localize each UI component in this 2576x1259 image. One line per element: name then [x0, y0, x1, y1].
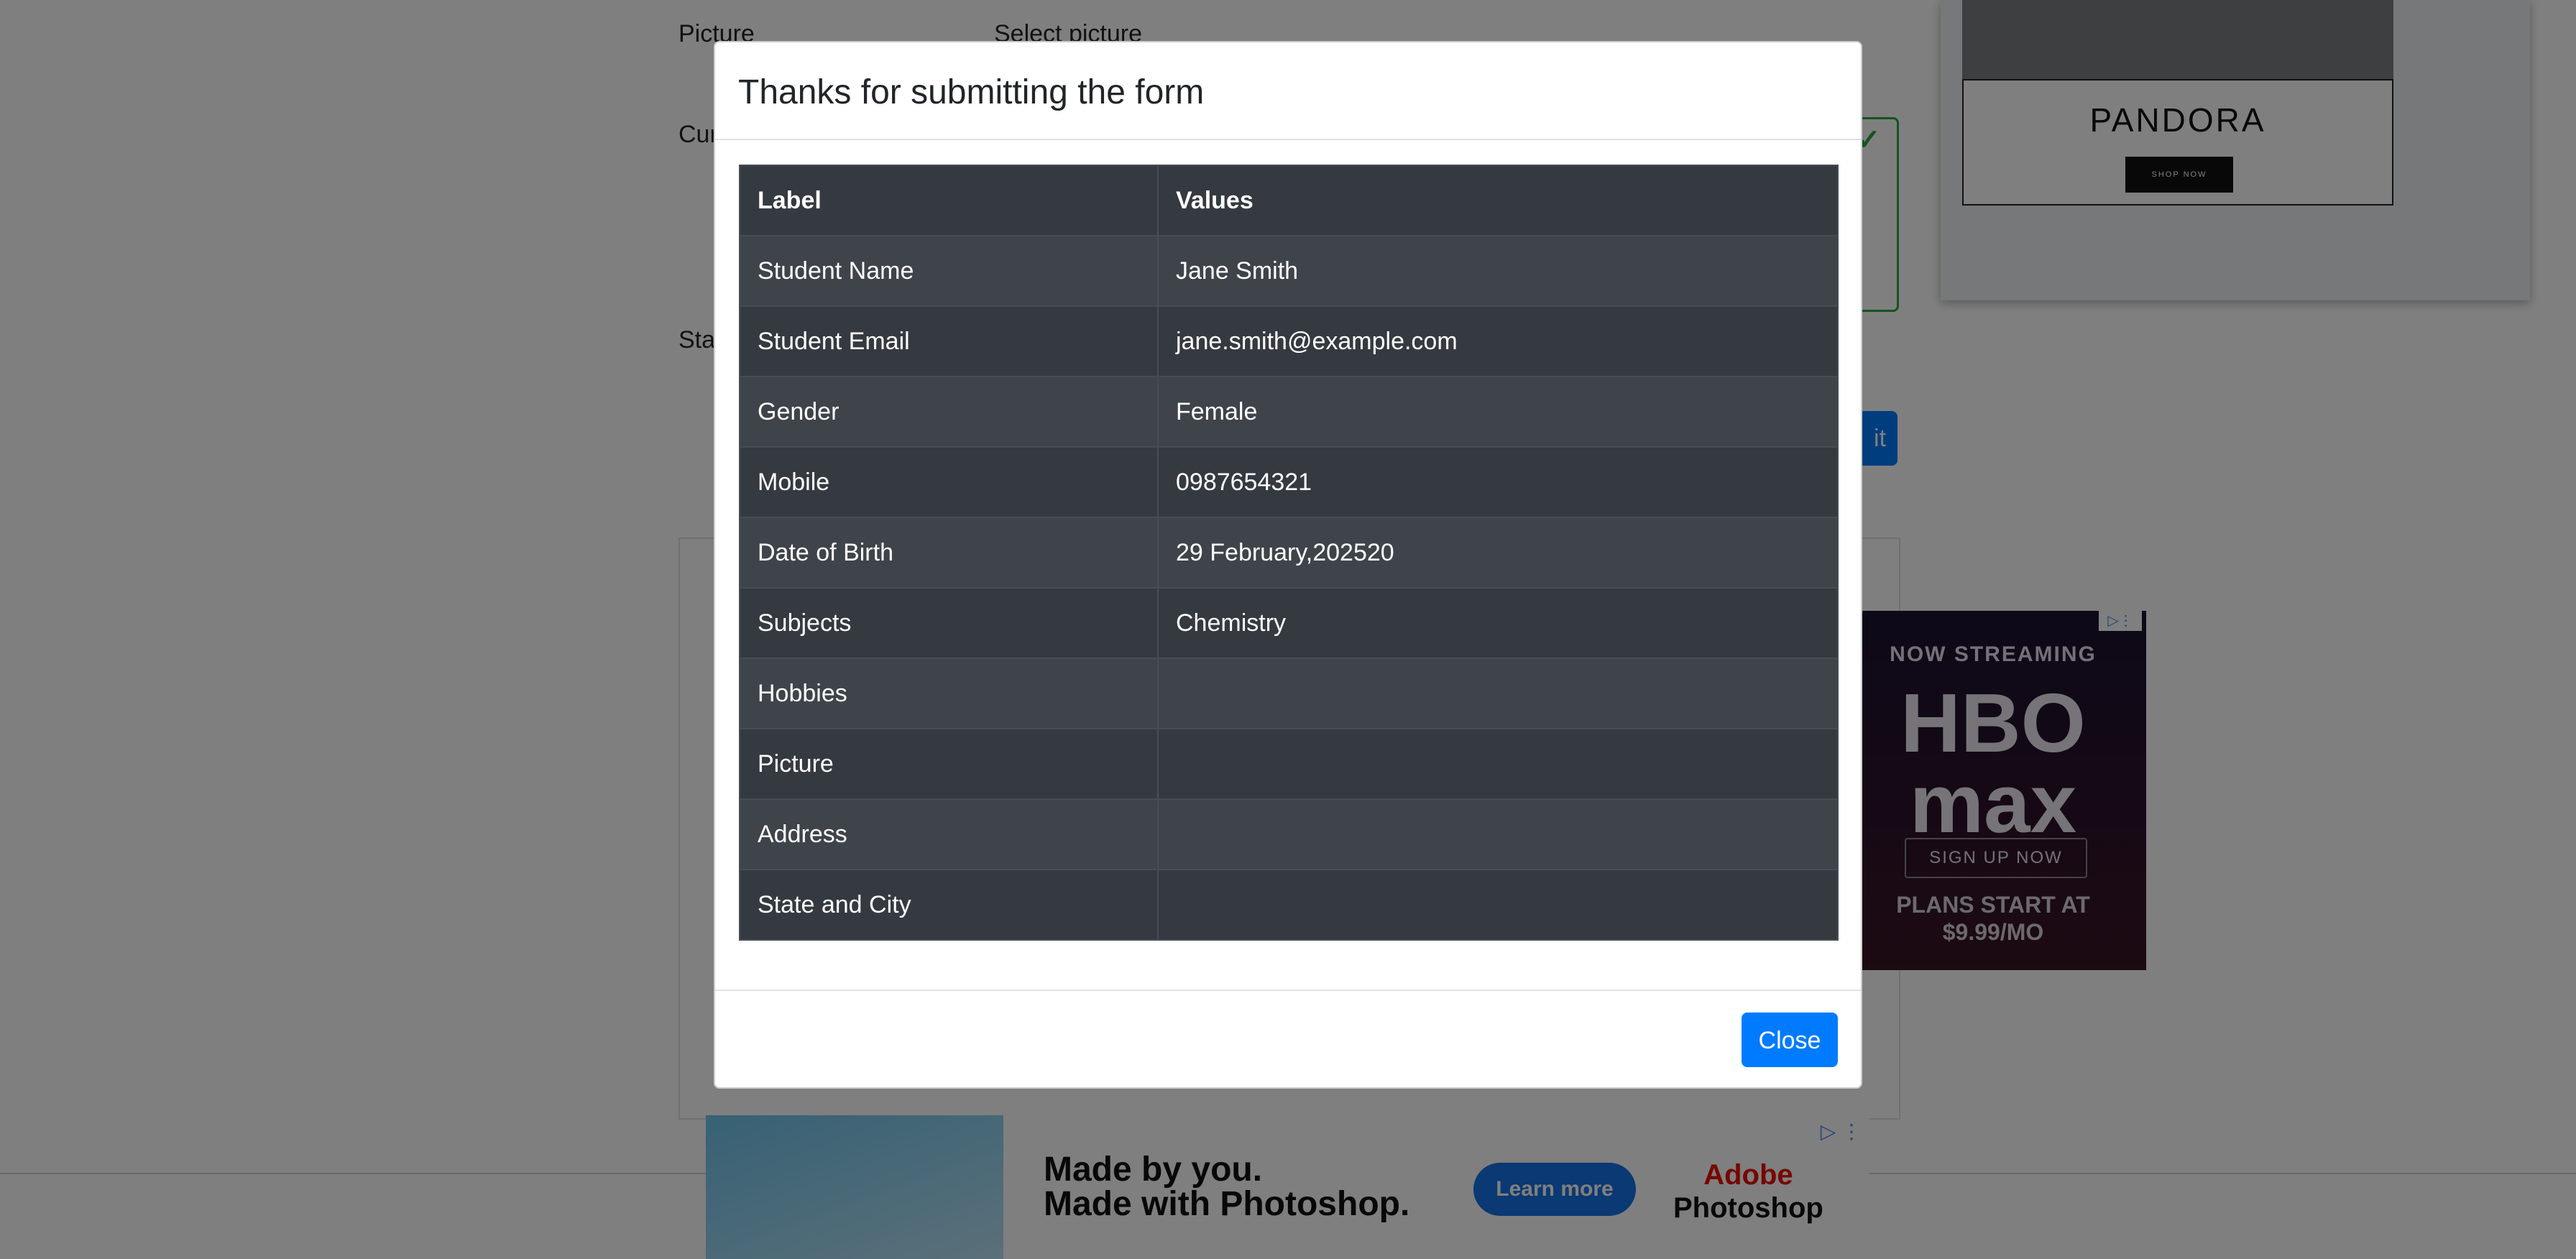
row-label: Date of Birth: [739, 517, 1159, 589]
modal-footer: Close: [715, 990, 1861, 1087]
row-label: Address: [739, 798, 1159, 870]
close-button[interactable]: Close: [1742, 1013, 1838, 1067]
table-row: Gender Female: [739, 376, 1839, 448]
table-row: State and City: [739, 869, 1839, 941]
table-row: Date of Birth 29 February,202520: [739, 517, 1839, 589]
row-value: jane.smith@example.com: [1157, 305, 1839, 377]
table-row: Hobbies: [739, 658, 1839, 729]
modal-title: Thanks for submitting the form: [738, 73, 1205, 111]
row-label: Picture: [739, 728, 1159, 800]
row-label: Subjects: [739, 587, 1159, 659]
row-label: Hobbies: [739, 658, 1159, 729]
row-label: Gender: [739, 376, 1159, 448]
table-row: Mobile 0987654321: [739, 446, 1839, 518]
row-value: Jane Smith: [1157, 235, 1839, 307]
table-row: Picture: [739, 728, 1839, 800]
row-label: State and City: [739, 869, 1159, 941]
row-value: [1157, 869, 1839, 941]
table-row: Student Email jane.smith@example.com: [739, 305, 1839, 377]
row-value: [1157, 798, 1839, 870]
row-value: [1157, 658, 1839, 729]
table-row: Subjects Chemistry: [739, 587, 1839, 659]
row-label: Mobile: [739, 446, 1159, 518]
modal-header: Thanks for submitting the form: [715, 42, 1861, 140]
row-value: [1157, 728, 1839, 800]
row-value: Chemistry: [1157, 587, 1839, 659]
submission-table: Label Values Student Name Jane Smith Stu…: [739, 165, 1839, 941]
row-value: 29 February,202520: [1157, 517, 1839, 589]
label-column-header: Label: [739, 165, 1159, 236]
row-label: Student Email: [739, 305, 1159, 377]
values-column-header: Values: [1157, 165, 1839, 236]
row-value: 0987654321: [1157, 446, 1839, 518]
table-row: Student Name Jane Smith: [739, 235, 1839, 307]
table-row: Address: [739, 798, 1839, 870]
table-header-row: Label Values: [739, 165, 1839, 236]
row-value: Female: [1157, 376, 1839, 448]
submission-modal: Thanks for submitting the form Label Val…: [714, 41, 1862, 1089]
row-label: Student Name: [739, 235, 1159, 307]
